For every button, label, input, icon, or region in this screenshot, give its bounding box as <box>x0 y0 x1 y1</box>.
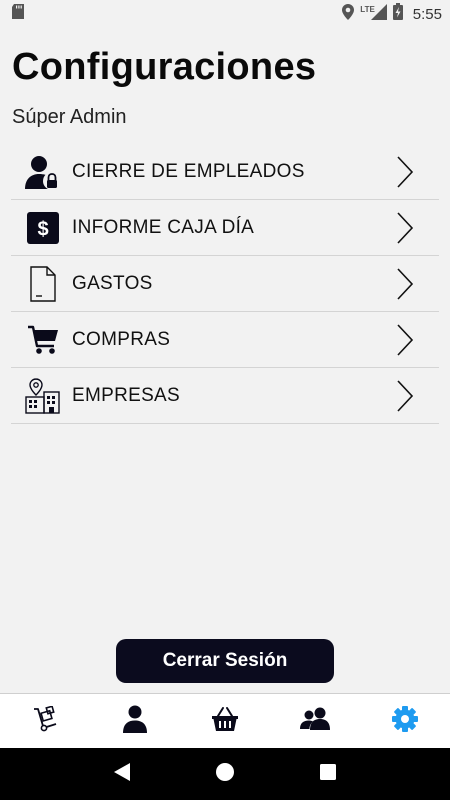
menu-item-gastos[interactable]: GASTOS <box>11 256 439 312</box>
gear-icon <box>391 705 419 738</box>
location-icon <box>342 3 355 25</box>
shopping-cart-icon <box>25 322 61 358</box>
logout-button[interactable]: Cerrar Sesión <box>116 639 334 683</box>
menu-item-empresas[interactable]: EMPRESAS <box>11 368 439 424</box>
menu-item-compras[interactable]: COMPRAS <box>11 312 439 368</box>
document-icon <box>25 265 61 302</box>
back-triangle-icon <box>113 762 130 786</box>
nav-tab-users[interactable] <box>270 694 360 748</box>
menu-item-label: GASTOS <box>72 272 153 294</box>
status-bar: LTE 5:55 <box>0 0 450 28</box>
menu-item-label: COMPRAS <box>72 328 171 350</box>
user-lock-icon <box>25 154 61 190</box>
settings-menu: CIERRE DE EMPLEADOS $ INFORME CAJA DÍA G… <box>11 144 439 424</box>
building-location-icon <box>25 377 61 414</box>
recents-button[interactable] <box>308 754 348 794</box>
hand-truck-icon <box>32 704 58 737</box>
sd-card-icon <box>12 4 24 24</box>
dollar-icon: $ <box>25 210 61 246</box>
signal-icon <box>370 3 387 25</box>
back-button[interactable] <box>102 754 142 794</box>
chevron-right-icon <box>393 322 417 358</box>
user-role-subtitle: Súper Admin <box>12 106 127 128</box>
user-icon <box>123 705 147 738</box>
nav-tab-settings[interactable] <box>360 694 450 748</box>
battery-charging-icon <box>392 3 403 25</box>
system-nav-bar <box>0 748 450 800</box>
bottom-nav <box>0 693 450 748</box>
menu-item-label: INFORME CAJA DÍA <box>72 216 255 238</box>
menu-item-informe-caja[interactable]: $ INFORME CAJA DÍA <box>11 200 439 256</box>
home-button[interactable] <box>205 754 245 794</box>
basket-icon <box>211 706 239 737</box>
nav-tab-sales[interactable] <box>180 694 270 748</box>
chevron-right-icon <box>393 378 417 414</box>
nav-tab-inventory[interactable] <box>0 694 90 748</box>
nav-tab-profile[interactable] <box>90 694 180 748</box>
menu-item-label: CIERRE DE EMPLEADOS <box>72 160 305 182</box>
chevron-right-icon <box>393 210 417 246</box>
recents-square-icon <box>320 763 337 785</box>
home-circle-icon <box>215 762 235 787</box>
page-title: Configuraciones <box>12 46 317 88</box>
users-icon <box>300 706 330 737</box>
svg-text:$: $ <box>37 218 48 240</box>
menu-item-cierre-empleados[interactable]: CIERRE DE EMPLEADOS <box>11 144 439 200</box>
chevron-right-icon <box>393 266 417 302</box>
status-time: 5:55 <box>412 5 442 23</box>
chevron-right-icon <box>393 154 417 190</box>
menu-item-label: EMPRESAS <box>72 384 180 406</box>
